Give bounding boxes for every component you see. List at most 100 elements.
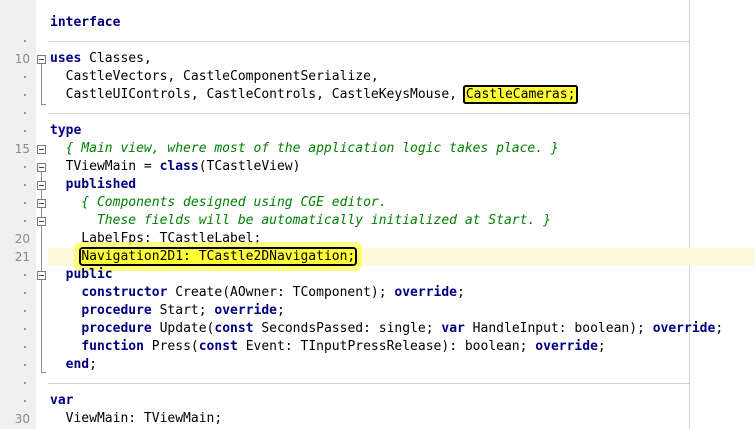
code-text: SecondsPassed: single; bbox=[253, 321, 442, 336]
code-line-type[interactable]: type bbox=[50, 122, 81, 140]
code-text: ; bbox=[277, 303, 285, 318]
gutter-dot bbox=[0, 266, 32, 284]
fold-guide-end bbox=[41, 104, 46, 105]
keyword: override bbox=[652, 321, 716, 336]
fold-guide bbox=[41, 64, 42, 104]
keyword: procedure bbox=[81, 303, 152, 318]
code-text: TViewMain = bbox=[50, 159, 160, 174]
keyword: override bbox=[214, 303, 278, 318]
fold-toggle-comment[interactable] bbox=[37, 217, 46, 226]
code-text: ; bbox=[597, 339, 606, 354]
code-line-uses-3[interactable]: CastleUIControls, CastleControls, Castle… bbox=[50, 86, 577, 104]
code-text: ; bbox=[715, 321, 724, 336]
code-text: CastleUIControls, CastleControls, Castle… bbox=[50, 87, 465, 102]
code-line-class-decl[interactable]: TViewMain = class(TCastleView) bbox=[50, 158, 301, 176]
code-line-published[interactable]: published bbox=[50, 176, 136, 194]
keyword: var bbox=[441, 321, 465, 336]
gutter-dot bbox=[0, 104, 32, 122]
line-number: 10 bbox=[14, 52, 30, 66]
code-line-public[interactable]: public bbox=[50, 266, 113, 284]
gutter-line-10: 10 bbox=[0, 50, 32, 68]
right-margin-line bbox=[689, 0, 690, 429]
gutter-line-30: 30 bbox=[0, 410, 32, 428]
keyword: constructor bbox=[81, 285, 168, 300]
gutter-dot bbox=[0, 212, 32, 230]
fold-toggle-published[interactable] bbox=[37, 181, 46, 190]
code-line-press[interactable]: function Press(const Event: TInputPressR… bbox=[50, 338, 606, 356]
keyword: interface bbox=[50, 15, 121, 30]
code-text: ViewMain: TViewMain; bbox=[50, 411, 223, 426]
section-separator bbox=[48, 113, 690, 114]
code-text: (TCastleView) bbox=[198, 159, 301, 174]
keyword: end bbox=[65, 357, 90, 372]
code-text: Event: TInputPressRelease): boolean; bbox=[237, 339, 536, 354]
code-folding-column bbox=[36, 0, 48, 429]
gutter-dot bbox=[0, 32, 32, 50]
highlight-castle-cameras: CastleCameras; bbox=[464, 87, 577, 102]
code-text: Classes, bbox=[81, 51, 152, 66]
code-line-label-fps[interactable]: LabelFps: TCastleLabel; bbox=[50, 230, 261, 248]
gutter-dot bbox=[0, 374, 32, 392]
code-line-update[interactable]: procedure Update(const SecondsPassed: si… bbox=[50, 320, 723, 338]
line-number: 30 bbox=[14, 412, 30, 426]
highlight-navigation: Navigation2D1: TCastle2DNavigation; bbox=[81, 249, 356, 264]
fold-toggle-public[interactable] bbox=[37, 271, 46, 280]
keyword: override bbox=[394, 285, 458, 300]
gutter-dot bbox=[0, 68, 32, 86]
code-text: Update( bbox=[151, 321, 215, 336]
gutter-line-15: 15 bbox=[0, 140, 32, 158]
code-editor[interactable]: 10 15 20 21 30 interface uses Classes, C… bbox=[0, 0, 755, 429]
keyword: uses bbox=[50, 51, 82, 66]
code-line-navigation[interactable]: Navigation2D1: TCastle2DNavigation; bbox=[50, 248, 356, 266]
keyword: public bbox=[65, 267, 113, 282]
code-text: CastleVectors, CastleComponentSerialize, bbox=[50, 69, 379, 84]
code-line-end[interactable]: end; bbox=[50, 356, 97, 374]
code-text: Start; bbox=[151, 303, 215, 318]
code-line-var[interactable]: var bbox=[50, 392, 73, 410]
gutter-dot bbox=[0, 320, 32, 338]
fold-toggle-uses[interactable] bbox=[37, 55, 46, 64]
fold-guide-end bbox=[41, 372, 46, 373]
code-text: ; bbox=[457, 285, 465, 300]
gutter-dot bbox=[0, 194, 32, 212]
code-line-comment[interactable]: These fields will be automatically initi… bbox=[50, 212, 551, 230]
code-text: HandleInput: boolean); bbox=[464, 321, 653, 336]
code-line-comment[interactable]: { Components designed using CGE editor. bbox=[50, 194, 387, 212]
gutter-dot bbox=[0, 338, 32, 356]
fold-toggle-comment[interactable] bbox=[37, 145, 46, 154]
comment: { Components designed using CGE editor. bbox=[50, 195, 387, 210]
gutter-dot bbox=[0, 86, 32, 104]
code-line-uses[interactable]: uses Classes, bbox=[50, 50, 152, 68]
keyword: function bbox=[81, 339, 144, 354]
code-text: ; bbox=[89, 357, 97, 372]
code-line-interface[interactable]: interface bbox=[50, 14, 120, 32]
code-line-comment[interactable]: { Main view, where most of the applicati… bbox=[50, 140, 559, 158]
gutter-line-20: 20 bbox=[0, 230, 32, 248]
keyword: const bbox=[214, 321, 254, 336]
keyword: override bbox=[535, 339, 598, 354]
keyword: class bbox=[159, 159, 199, 174]
section-separator bbox=[48, 41, 690, 42]
gutter-dot bbox=[0, 356, 32, 374]
keyword: procedure bbox=[81, 321, 152, 336]
code-line-view-main[interactable]: ViewMain: TViewMain; bbox=[50, 410, 223, 428]
gutter-dot bbox=[0, 284, 32, 302]
code-line-constructor[interactable]: constructor Create(AOwner: TComponent); … bbox=[50, 284, 465, 302]
code-text: Press( bbox=[143, 339, 199, 354]
fold-toggle-class[interactable] bbox=[37, 163, 46, 172]
line-number: 20 bbox=[14, 232, 30, 246]
keyword: published bbox=[65, 177, 137, 192]
code-line-uses-2[interactable]: CastleVectors, CastleComponentSerialize, bbox=[50, 68, 379, 86]
line-number: 15 bbox=[14, 142, 30, 156]
comment: These fields will be automatically initi… bbox=[50, 213, 551, 228]
comment: { Main view, where most of the applicati… bbox=[50, 141, 559, 156]
fold-toggle-comment[interactable] bbox=[37, 199, 46, 208]
gutter-dot bbox=[0, 122, 32, 140]
code-line-start[interactable]: procedure Start; override; bbox=[50, 302, 285, 320]
keyword: type bbox=[50, 123, 82, 138]
line-number-gutter: 10 15 20 21 30 bbox=[0, 0, 36, 429]
